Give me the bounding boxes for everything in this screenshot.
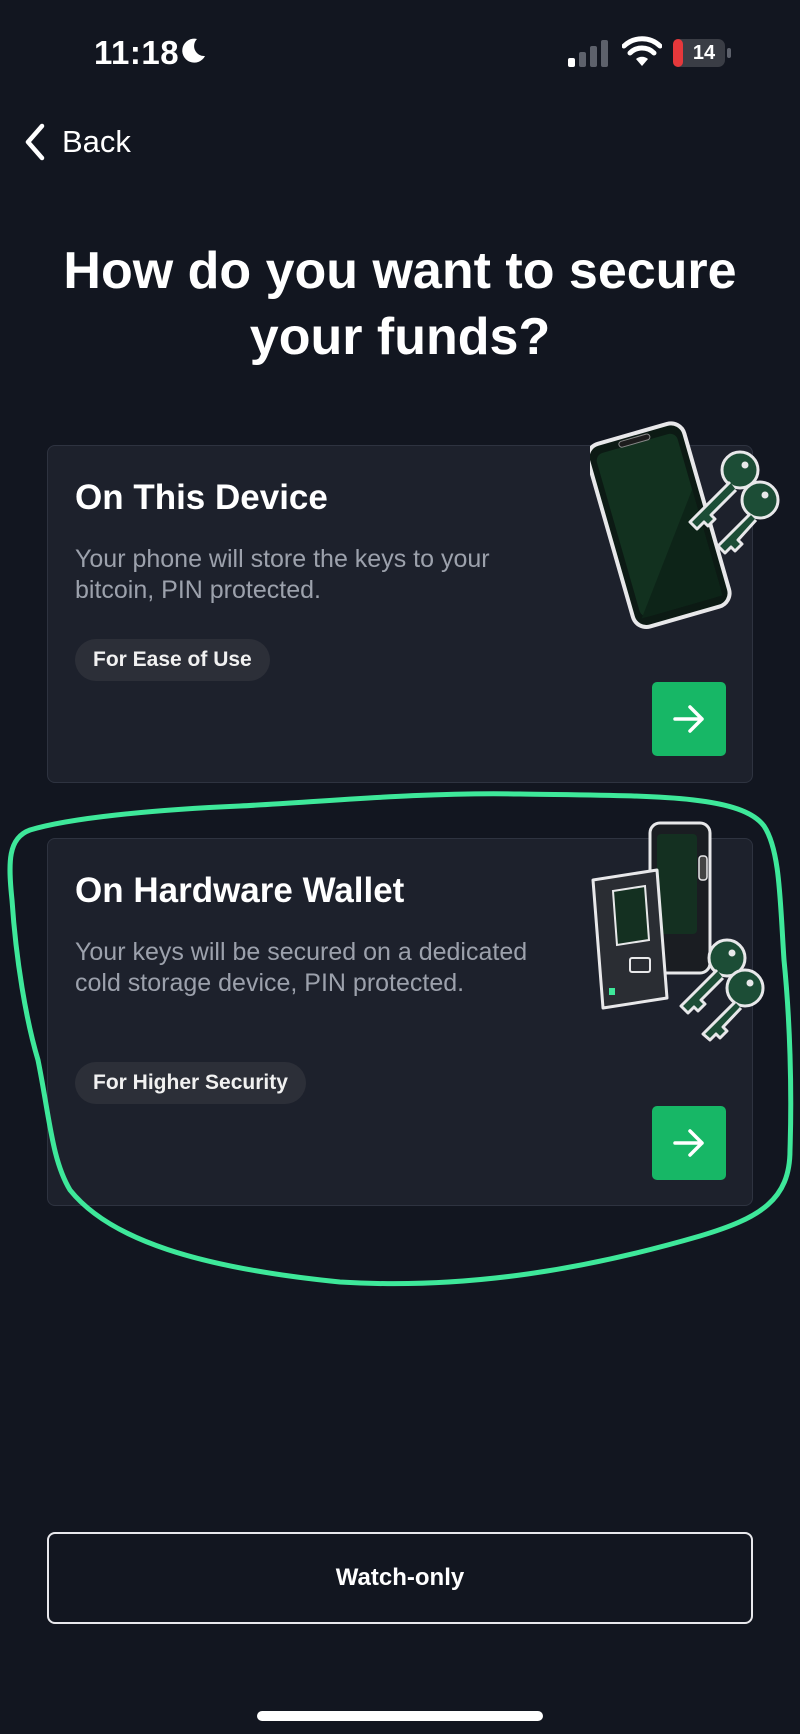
phone-keys-illustration xyxy=(590,421,780,629)
continue-button-on-hardware-wallet[interactable] xyxy=(652,1106,726,1180)
status-bar: 11:18 14 xyxy=(0,0,800,110)
option-title: On This Device xyxy=(75,478,328,517)
home-indicator[interactable] xyxy=(257,1711,543,1721)
option-tag: For Ease of Use xyxy=(75,639,270,681)
watch-only-button[interactable]: Watch-only xyxy=(47,1532,753,1624)
status-time: 11:18 xyxy=(94,34,180,71)
moon-icon xyxy=(182,38,205,63)
option-tag: For Higher Security xyxy=(75,1062,306,1104)
hardware-wallet-keys-illustration xyxy=(591,821,765,1042)
cellular-signal-icon xyxy=(568,40,608,67)
arrow-right-icon xyxy=(673,1129,704,1157)
back-label: Back xyxy=(62,124,131,159)
chevron-left-icon xyxy=(25,123,45,161)
page-title: How do you want to secure your funds? xyxy=(63,242,737,366)
battery-level: 14 xyxy=(692,42,716,64)
option-description: Your keys will be secured on a dedicated… xyxy=(75,938,528,997)
back-button[interactable]: Back xyxy=(22,118,131,166)
watch-only-label: Watch-only xyxy=(335,1564,465,1591)
option-description: Your phone will store the keys to your b… xyxy=(75,545,490,604)
wifi-icon xyxy=(622,36,662,66)
option-title: On Hardware Wallet xyxy=(75,871,405,910)
continue-button-on-this-device[interactable] xyxy=(652,682,726,756)
arrow-right-icon xyxy=(673,705,704,733)
